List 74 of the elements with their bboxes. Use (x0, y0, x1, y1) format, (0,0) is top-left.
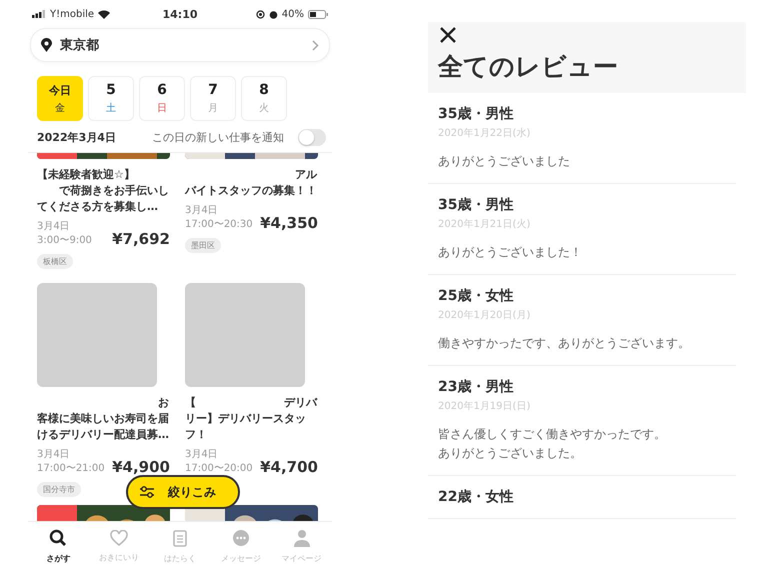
job-title-line[interactable]: アル (185, 167, 318, 183)
clock-time: 14:10 (162, 8, 198, 20)
job-hours: 17:00〜20:00 (185, 462, 254, 476)
area-tag: 板橋区 (37, 254, 73, 269)
job-pay: ¥4,350 (260, 214, 318, 232)
job-title-line[interactable]: 客様に美味しいお寿司を届 (37, 411, 170, 427)
wifi-icon (98, 10, 110, 18)
battery-percent: 40% (282, 8, 304, 20)
job-date: 3月4日 (37, 448, 71, 462)
filter-icon (140, 486, 154, 498)
review-comment-line: ありがとうございました。 (438, 445, 583, 462)
chat-icon (232, 528, 250, 546)
weekday-label: 日 (157, 102, 167, 115)
date-day: 8 (259, 82, 269, 98)
job-date: 3月4日 (185, 204, 219, 218)
location-label: 東京都 (60, 36, 100, 54)
job-title-line[interactable]: お (37, 395, 170, 411)
job-title-line[interactable]: 【未経験者歓迎☆】 (37, 167, 170, 183)
job-title-line[interactable]: 【 デリバ (185, 395, 318, 411)
area-tag: 国分寺市 (37, 482, 81, 497)
job-hours: 17:00〜21:00 (37, 462, 106, 476)
reviewer-info: 23歳・男性 (438, 378, 514, 396)
reviewer-info: 35歳・男性 (438, 105, 514, 123)
weekday-label: 金 (55, 102, 65, 114)
job-title-line[interactable]: けるデリバリー配達員募… (37, 427, 170, 443)
date-day: 7 (208, 82, 218, 98)
job-hours: 17:00〜20:30 (185, 218, 254, 232)
notify-toggle[interactable] (298, 129, 326, 146)
job-hours: 3:00〜9:00 (37, 234, 93, 248)
person-icon (292, 528, 311, 546)
selected-date: 2022年3月4日 (37, 130, 117, 145)
clipboard-icon (172, 528, 187, 546)
page-title: 全てのレビュー (438, 51, 619, 83)
search-icon (49, 528, 68, 546)
reviewer-info: 35歳・男性 (438, 196, 514, 214)
chevron-right-icon (312, 40, 319, 50)
job-title-line[interactable]: バイトスタッフの募集！！ (185, 183, 318, 199)
date-tab[interactable]: 8 火 (241, 76, 287, 121)
weekday-label: 月 (208, 102, 218, 115)
date-tab[interactable]: 7 月 (190, 76, 236, 121)
job-pay: ¥4,900 (112, 458, 170, 476)
date-day: 今日 (49, 82, 71, 98)
filter-button[interactable]: 絞りこみ (126, 475, 240, 509)
area-tag: 墨田区 (185, 238, 221, 253)
job-title-line[interactable]: で荷捌きをお手伝いし (37, 183, 170, 199)
review-comment-line: ありがとうございました (438, 153, 571, 170)
notify-label: この日の新しい仕事を通知 (152, 130, 284, 145)
job-title-line[interactable]: フ！ (185, 427, 318, 443)
reviewer-info: 25歳・女性 (438, 287, 514, 305)
date-tab[interactable]: 今日 金 (37, 76, 83, 121)
close-icon (439, 26, 457, 44)
date-tab[interactable]: 5 土 (88, 76, 134, 121)
carrier-name: Y!mobile (50, 8, 94, 20)
battery-icon (308, 10, 328, 18)
job-pay: ¥7,692 (112, 230, 170, 248)
job-title-line[interactable]: リー】デリバリースタッ (185, 411, 318, 427)
job-date: 3月4日 (37, 220, 71, 234)
reviewer-info: 22歳・女性 (438, 488, 514, 506)
heart-icon (110, 530, 128, 546)
weekday-label: 火 (259, 102, 269, 115)
map-pin-icon (41, 38, 52, 52)
location-selector[interactable]: 東京都 (30, 28, 330, 62)
date-day: 5 (106, 82, 116, 98)
weekday-label: 土 (106, 102, 116, 115)
review-comment-line: ありがとうございました！ (438, 244, 583, 261)
review-comment-line: 働きやすかったです、ありがとうございます。 (438, 335, 691, 352)
signal-icon (32, 10, 46, 18)
review-comment-line: 皆さん優しくすごく働きやすかったです。 (438, 426, 667, 443)
date-day: 6 (157, 82, 167, 98)
job-date: 3月4日 (185, 448, 219, 462)
nav-tab[interactable]: さがす (28, 522, 89, 570)
job-title-line[interactable]: てくださる方を募集し… (37, 199, 170, 215)
job-pay: ¥4,700 (260, 458, 318, 476)
date-tab[interactable]: 6 日 (139, 76, 185, 121)
